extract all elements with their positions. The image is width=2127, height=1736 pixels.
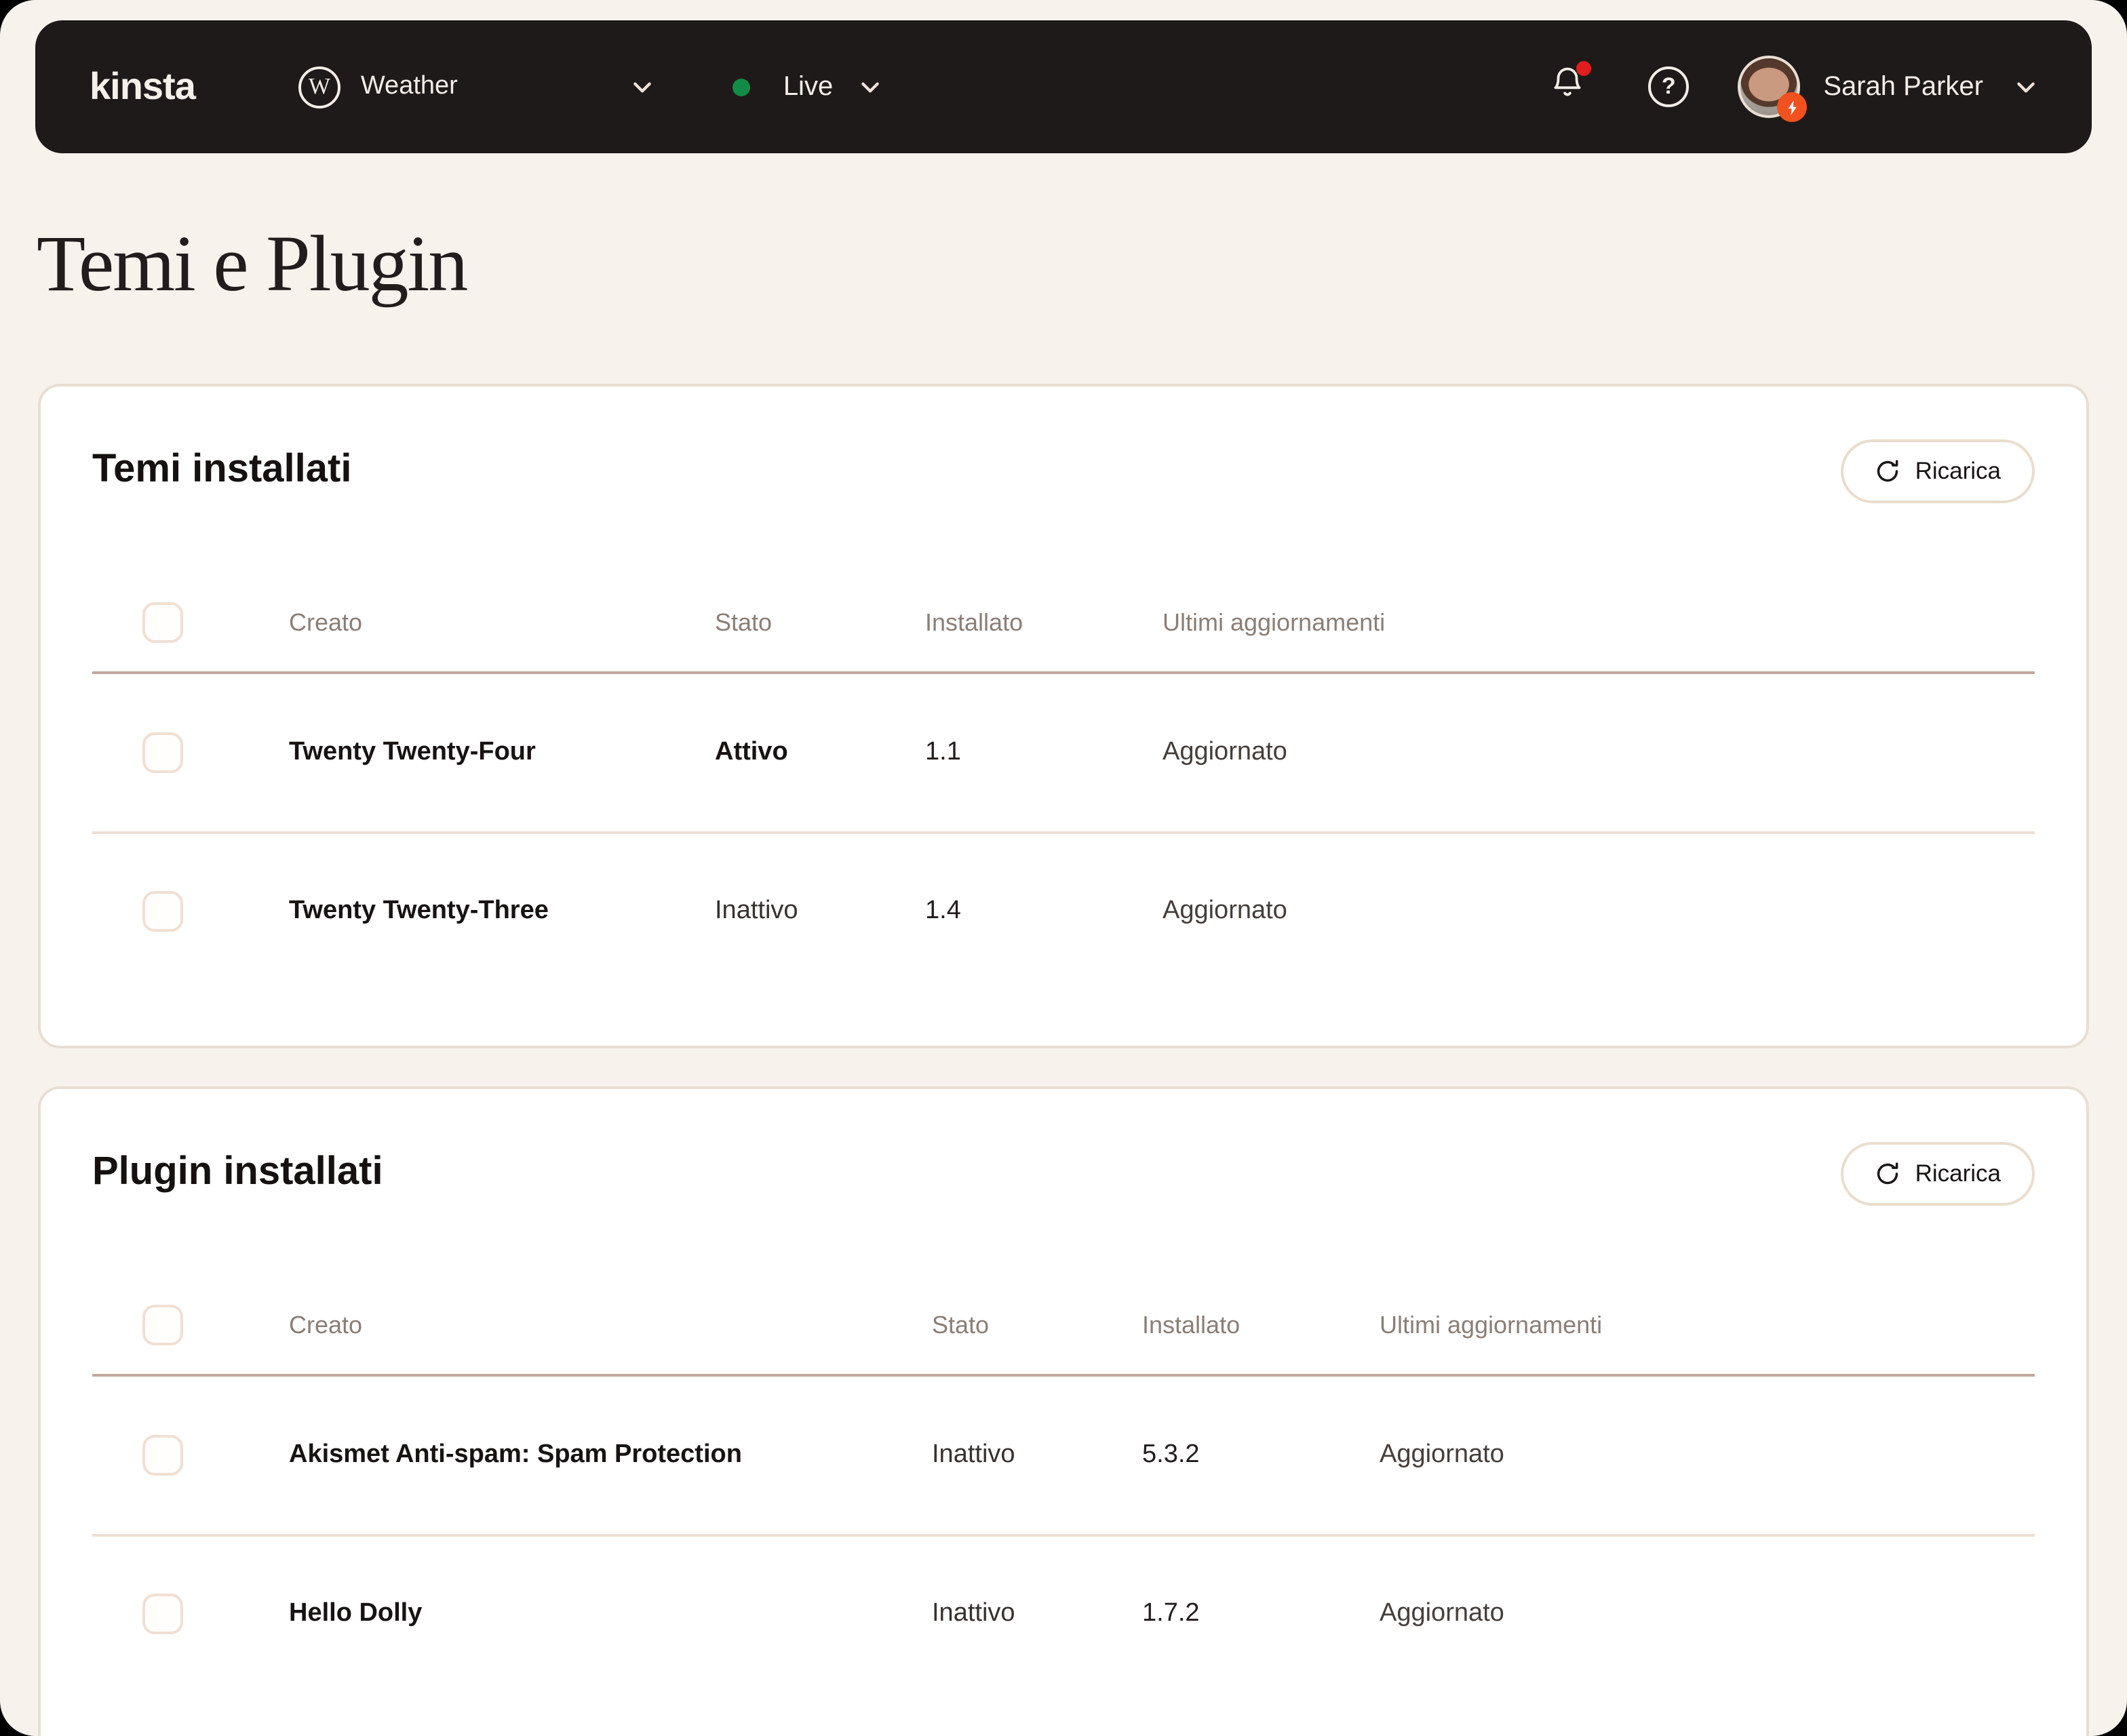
lightning-icon: [1787, 100, 1797, 115]
avatar-badge: [1777, 92, 1808, 122]
column-header-installed: Installato: [925, 608, 1023, 635]
table-row: Akismet Anti-spam: Spam Protection Inatt…: [92, 1377, 2035, 1534]
chevron-down-icon: [2014, 75, 2037, 98]
plugins-table: Creato Stato Installato Ultimi aggiornam…: [92, 1276, 2035, 1691]
table-row: Twenty Twenty-Three Inattivo 1.4 Aggiorn…: [92, 831, 2035, 989]
wordpress-icon: W: [298, 66, 340, 108]
site-switcher-dropdown[interactable]: W Weather: [298, 66, 655, 108]
plugin-name-cell: Hello Dolly: [289, 1599, 423, 1628]
plugins-card: Plugin installati Ricarica Creato Stato …: [38, 1086, 2089, 1736]
status-cell: Inattivo: [932, 1599, 1015, 1628]
select-all-checkbox[interactable]: [142, 1305, 183, 1345]
notification-badge: [1576, 61, 1592, 76]
themes-card-title: Temi installati: [92, 448, 352, 491]
version-cell: 1.7.2: [1142, 1599, 1200, 1628]
top-navbar: kinsta W Weather Live ? Sarah Parker: [35, 20, 2092, 153]
updates-cell: Aggiornato: [1163, 896, 1287, 925]
reload-button-label: Ricarica: [1915, 1160, 2001, 1187]
navbar-actions: ? Sarah Parker: [1549, 56, 2037, 122]
refresh-icon: [1877, 460, 1898, 482]
environment-label: Live: [783, 71, 834, 101]
row-checkbox[interactable]: [142, 1435, 183, 1476]
table-row: Twenty Twenty-Four Attivo 1.1 Aggiornato: [92, 674, 2035, 831]
page-background: kinsta W Weather Live ? Sarah Parker Tem…: [0, 0, 2127, 1736]
live-status-dot-icon: [733, 78, 751, 96]
site-switcher-label: Weather: [360, 72, 458, 100]
version-cell: 1.1: [925, 738, 961, 766]
notifications-button[interactable]: [1549, 61, 1592, 108]
column-header-status: Stato: [932, 1311, 990, 1338]
chevron-down-icon: [859, 75, 882, 98]
chevron-down-icon: [631, 75, 655, 98]
themes-reload-button[interactable]: Ricarica: [1840, 439, 2035, 503]
refresh-icon: [1877, 1162, 1898, 1185]
updates-cell: Aggiornato: [1380, 1440, 1504, 1469]
plugins-card-title: Plugin installati: [92, 1150, 383, 1194]
version-cell: 5.3.2: [1142, 1440, 1200, 1469]
kinsta-logo: kinsta: [90, 65, 196, 107]
version-cell: 1.4: [925, 896, 961, 925]
status-cell: Inattivo: [715, 896, 798, 925]
column-header-created: Creato: [289, 1311, 363, 1338]
plugin-name-cell: Akismet Anti-spam: Spam Protection: [289, 1440, 742, 1469]
column-header-updates: Ultimi aggiornamenti: [1163, 608, 1386, 635]
row-checkbox[interactable]: [142, 732, 183, 773]
theme-name-cell: Twenty Twenty-Four: [289, 738, 536, 766]
environment-switcher-dropdown[interactable]: Live: [733, 71, 882, 102]
avatar: [1738, 56, 1808, 122]
help-icon: ?: [1661, 73, 1676, 99]
select-all-checkbox[interactable]: [142, 602, 183, 643]
themes-table-header: Creato Stato Installato Ultimi aggiornam…: [92, 574, 2035, 674]
user-name: Sarah Parker: [1823, 71, 1983, 101]
page-title: Temi e Plugin: [37, 218, 468, 308]
column-header-updates: Ultimi aggiornamenti: [1380, 1311, 1603, 1338]
themes-card: Temi installati Ricarica Creato Stato In…: [38, 384, 2089, 1048]
status-cell: Inattivo: [932, 1440, 1015, 1469]
user-menu[interactable]: Sarah Parker: [1738, 56, 2037, 122]
updates-cell: Aggiornato: [1163, 738, 1287, 766]
status-cell: Attivo: [715, 738, 788, 766]
updates-cell: Aggiornato: [1380, 1599, 1504, 1628]
column-header-status: Stato: [715, 608, 773, 635]
help-button[interactable]: ?: [1648, 66, 1690, 107]
reload-button-label: Ricarica: [1915, 457, 2001, 484]
row-checkbox[interactable]: [142, 1594, 183, 1634]
plugins-table-header: Creato Stato Installato Ultimi aggiornam…: [92, 1276, 2035, 1377]
table-row: Hello Dolly Inattivo 1.7.2 Aggiornato: [92, 1534, 2035, 1691]
theme-name-cell: Twenty Twenty-Three: [289, 896, 549, 925]
row-checkbox[interactable]: [142, 891, 183, 932]
themes-table: Creato Stato Installato Ultimi aggiornam…: [92, 574, 2035, 989]
plugins-reload-button[interactable]: Ricarica: [1840, 1142, 2035, 1206]
column-header-created: Creato: [289, 608, 363, 635]
column-header-installed: Installato: [1142, 1311, 1241, 1338]
